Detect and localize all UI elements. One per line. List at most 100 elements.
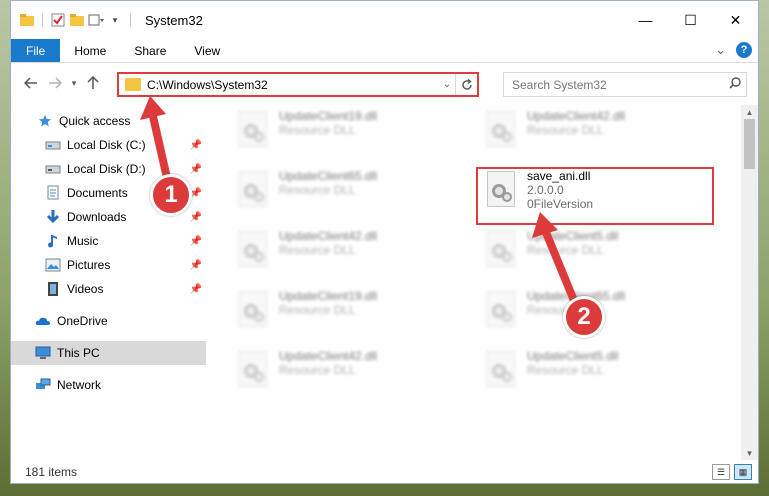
file-type: Resource DLL: [279, 183, 356, 197]
pin-icon[interactable]: 📌: [190, 260, 202, 271]
videos-icon: [45, 281, 61, 297]
file-highlight-box: [476, 167, 714, 225]
separator: [42, 13, 43, 27]
nav-this-pc[interactable]: This PC: [11, 341, 206, 365]
recent-locations-button[interactable]: ▾: [67, 71, 81, 95]
nav-item-label: Network: [57, 378, 102, 392]
help-icon[interactable]: ?: [736, 42, 752, 58]
back-button[interactable]: [19, 71, 43, 95]
address-path[interactable]: C:\Windows\System32: [147, 78, 439, 92]
nav-pictures[interactable]: Pictures 📌: [11, 253, 206, 277]
file-name: UpdateClient42.dll: [527, 109, 626, 123]
customize-qat-icon[interactable]: [88, 12, 104, 28]
nav-music[interactable]: Music 📌: [11, 229, 206, 253]
file-type: Resource DLL: [279, 363, 356, 377]
quick-access-toolbar: ▾: [19, 12, 135, 28]
file-item[interactable]: UpdateClient19.dll Resource DLL: [233, 109, 463, 157]
minimize-button[interactable]: —: [623, 1, 668, 39]
nav-quick-access[interactable]: Quick access: [11, 109, 206, 133]
file-type: Resource DLL: [279, 243, 356, 257]
scroll-down-icon[interactable]: ▼: [741, 446, 758, 460]
file-item[interactable]: UpdateClient19.dll Resource DLL: [233, 289, 463, 337]
file-item[interactable]: UpdateClient42.dll Resource DLL: [481, 109, 711, 157]
folder-icon[interactable]: [19, 12, 35, 28]
up-button[interactable]: [81, 71, 105, 95]
nav-onedrive[interactable]: OneDrive: [11, 309, 206, 333]
address-bar[interactable]: C:\Windows\System32 ⌄: [117, 72, 479, 97]
back-arrow-icon: [24, 77, 37, 89]
pc-icon: [35, 345, 51, 361]
dll-file-icon: [233, 229, 273, 273]
nav-network[interactable]: Network: [11, 373, 206, 397]
pin-icon[interactable]: 📌: [190, 164, 202, 175]
file-name: UpdateClient19.dll: [279, 289, 378, 303]
pin-icon[interactable]: 📌: [190, 140, 202, 151]
new-folder-icon[interactable]: [69, 12, 85, 28]
pin-icon[interactable]: 📌: [190, 236, 202, 247]
nav-item-label: Local Disk (D:): [67, 162, 146, 176]
expand-ribbon-icon[interactable]: ⌄: [715, 42, 726, 58]
maximize-button[interactable]: ☐: [668, 1, 713, 39]
step-badge-2: 2: [563, 296, 605, 338]
dll-file-icon: [481, 289, 521, 333]
downloads-icon: [45, 209, 61, 225]
dll-file-icon: [233, 169, 273, 213]
nav-item-label: Documents: [67, 186, 128, 200]
separator: [130, 13, 131, 27]
file-name: UpdateClient42.dll: [279, 229, 378, 243]
ribbon-tabs: File Home Share View ⌄ ?: [11, 39, 758, 63]
status-bar: 181 items ☰ ▦: [11, 460, 758, 484]
pin-icon[interactable]: 📌: [190, 212, 202, 223]
folder-icon: [125, 78, 141, 91]
dll-file-icon: [233, 349, 273, 393]
dll-file-icon: [233, 289, 273, 333]
nav-item-label: OneDrive: [57, 314, 108, 328]
nav-videos[interactable]: Videos 📌: [11, 277, 206, 301]
scroll-thumb[interactable]: [744, 119, 755, 169]
pictures-icon: [45, 257, 61, 273]
nav-local-disk-c[interactable]: Local Disk (C:) 📌: [11, 133, 206, 157]
file-type: Resource DLL: [279, 303, 356, 317]
vertical-scrollbar[interactable]: ▲ ▼: [741, 105, 758, 460]
file-type: Resource DLL: [527, 123, 604, 137]
nav-item-label: Videos: [67, 282, 104, 296]
tab-share[interactable]: Share: [120, 39, 180, 62]
details-view-icon[interactable]: ☰: [712, 464, 730, 480]
file-item[interactable]: UpdateClient5.dll Resource DLL: [481, 349, 711, 397]
navigation-pane: Quick access Local Disk (C:) 📌 Local Dis…: [11, 105, 206, 460]
file-item[interactable]: UpdateClient65.dllResource DLL: [233, 169, 463, 217]
ribbon-right: ⌄ ?: [715, 42, 752, 58]
tiles-view-icon[interactable]: ▦: [734, 464, 752, 480]
window-title: System32: [145, 12, 203, 28]
file-name: UpdateClient5.dll: [527, 229, 619, 243]
forward-button[interactable]: [43, 71, 67, 95]
qat-dropdown-icon[interactable]: ▾: [107, 12, 123, 28]
drive-icon: [45, 137, 61, 153]
nav-item-label: Downloads: [67, 210, 127, 224]
file-name: UpdateClient19.dll: [279, 109, 378, 123]
file-item[interactable]: UpdateClient5.dll Resource DLL: [481, 229, 711, 277]
dll-file-icon: [481, 349, 521, 393]
file-name: UpdateClient42.dll: [279, 349, 378, 363]
scroll-up-icon[interactable]: ▲: [741, 105, 758, 119]
item-count: 181 items: [25, 465, 78, 479]
tab-file[interactable]: File: [11, 39, 61, 62]
nav-item-label: This PC: [57, 346, 100, 360]
search-input[interactable]: [512, 77, 724, 92]
title-bar: ▾ System32 — ☐ ✕: [11, 1, 758, 39]
file-name: UpdateClient65.dll: [279, 169, 378, 183]
window-controls: — ☐ ✕: [623, 1, 758, 39]
dll-file-icon: [233, 109, 273, 153]
properties-icon[interactable]: [50, 12, 66, 28]
file-item[interactable]: UpdateClient42.dll Resource DLL: [233, 229, 463, 277]
refresh-button[interactable]: [455, 74, 477, 95]
file-type: Resource DLL: [279, 123, 356, 137]
pin-icon[interactable]: 📌: [190, 284, 202, 295]
close-button[interactable]: ✕: [713, 1, 758, 39]
file-item[interactable]: UpdateClient42.dll Resource DLL: [233, 349, 463, 397]
search-box[interactable]: [503, 72, 747, 97]
tab-home[interactable]: Home: [60, 39, 120, 62]
tab-view[interactable]: View: [180, 39, 234, 62]
address-dropdown-icon[interactable]: ⌄: [439, 79, 455, 90]
search-icon[interactable]: [724, 77, 746, 92]
